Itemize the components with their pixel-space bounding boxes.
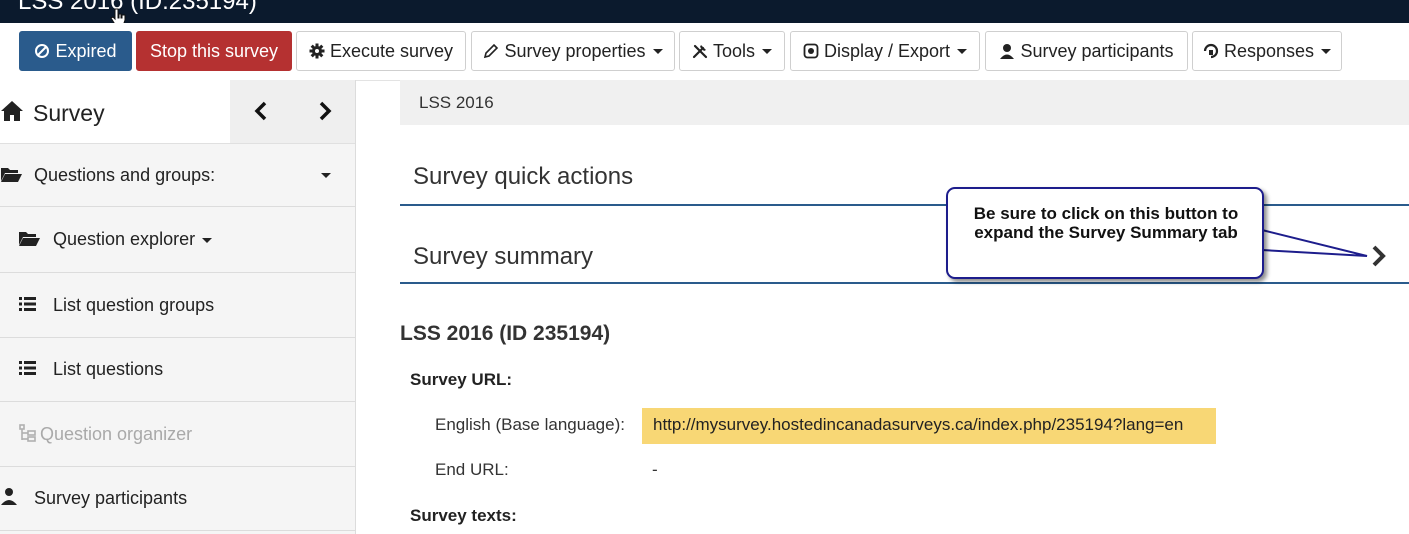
quick-actions-title: Survey quick actions <box>413 163 634 190</box>
chevron-down-icon <box>1321 48 1332 54</box>
sidebar-item-survey-participants[interactable]: Survey participants <box>0 467 355 531</box>
english-url-highlight: http://mysurvey.hostedincanadasurveys.ca… <box>642 408 1216 444</box>
sidebar-item-question-explorer[interactable]: Question explorer <box>0 207 355 273</box>
folder-open-icon <box>1 168 22 182</box>
survey-toolbar: Expired Stop this survey Execute survey … <box>0 23 1409 81</box>
callout-box: Be sure to click on this button to expan… <box>946 187 1264 279</box>
survey-texts-label: Survey texts: <box>410 506 517 525</box>
english-url-label: English (Base language): <box>435 415 625 434</box>
chevron-down-icon <box>202 238 212 243</box>
tools-icon <box>692 44 708 59</box>
sidebar-title[interactable]: Survey <box>33 100 105 127</box>
sidebar-item-label: List question groups <box>53 295 215 315</box>
export-icon <box>803 43 819 59</box>
sidebar-item-questions-groups[interactable]: Questions and groups: <box>0 143 355 207</box>
sidebar-nav <box>230 80 355 143</box>
survey-url-label: Survey URL: <box>410 370 513 389</box>
tools-label: Tools <box>712 40 756 61</box>
pencil-icon <box>484 43 499 59</box>
execute-survey-button[interactable]: Execute survey <box>296 31 466 71</box>
sidebar-item-question-organizer[interactable]: Question organizer <box>0 402 355 467</box>
display-export-button[interactable]: Display / Export <box>790 31 980 71</box>
list-icon <box>19 361 36 375</box>
sidebar-item-label: Survey participants <box>34 488 188 508</box>
sidebar-item-list-question-groups[interactable]: List question groups <box>0 273 355 338</box>
breadcrumb: LSS 2016 <box>400 80 1409 125</box>
folder-open-icon <box>19 232 40 246</box>
window-title-bar: LSS 2016 (ID:235194) <box>0 0 1409 23</box>
survey-participants-button[interactable]: Survey participants <box>985 31 1188 71</box>
stop-survey-button[interactable]: Stop this survey <box>136 31 292 71</box>
sidebar-item-label: Question explorer <box>53 229 196 249</box>
gear-icon <box>309 43 325 59</box>
responses-button[interactable]: Responses <box>1192 31 1342 71</box>
window-title: LSS 2016 (ID:235194) <box>18 0 257 15</box>
responses-icon <box>1203 43 1219 59</box>
sidebar: Survey Questions and groups: Question ex… <box>0 80 356 534</box>
summary-heading: LSS 2016 (ID 235194) <box>400 322 611 345</box>
survey-properties-label: Survey properties <box>504 40 646 61</box>
home-icon[interactable] <box>0 100 24 122</box>
organizer-icon <box>19 424 36 442</box>
end-url-value: - <box>652 460 658 479</box>
responses-label: Responses <box>1223 40 1315 61</box>
sidebar-item-list-questions[interactable]: List questions <box>0 338 355 402</box>
expired-button[interactable]: Expired <box>19 31 132 71</box>
chevron-down-icon <box>321 173 331 178</box>
execute-survey-label: Execute survey <box>329 40 454 61</box>
chevron-right-icon[interactable] <box>316 101 334 121</box>
user-icon <box>1000 44 1015 59</box>
chevron-down-icon <box>652 48 663 54</box>
user-icon <box>1 488 17 505</box>
sidebar-item-label: Question organizer <box>40 424 193 444</box>
survey-summary-title: Survey summary <box>413 243 594 270</box>
chevron-down-icon <box>957 48 968 54</box>
chevron-down-icon <box>762 48 773 54</box>
end-url-label: End URL: <box>435 460 509 479</box>
sidebar-item-label: Questions and groups: <box>34 165 216 185</box>
chevron-left-icon[interactable] <box>252 101 270 121</box>
hand-cursor-icon <box>110 8 126 23</box>
ban-icon <box>35 44 50 58</box>
callout-pointer <box>1261 228 1368 257</box>
survey-properties-button[interactable]: Survey properties <box>471 31 675 71</box>
tools-button[interactable]: Tools <box>679 31 785 71</box>
stop-survey-label: Stop this survey <box>149 40 279 61</box>
survey-participants-label: Survey participants <box>1020 40 1174 61</box>
sidebar-item-label: List questions <box>53 359 164 379</box>
chevron-right-icon[interactable] <box>1370 244 1388 268</box>
english-url-link[interactable]: http://mysurvey.hostedincanadasurveys.ca… <box>653 415 1183 435</box>
callout-text: Be sure to click on this button to expan… <box>973 204 1239 242</box>
sidebar-header: Survey <box>0 80 355 144</box>
list-icon <box>19 297 36 311</box>
expired-label: Expired <box>55 40 117 61</box>
breadcrumb-item[interactable]: LSS 2016 <box>419 93 494 113</box>
display-export-label: Display / Export <box>823 40 951 61</box>
